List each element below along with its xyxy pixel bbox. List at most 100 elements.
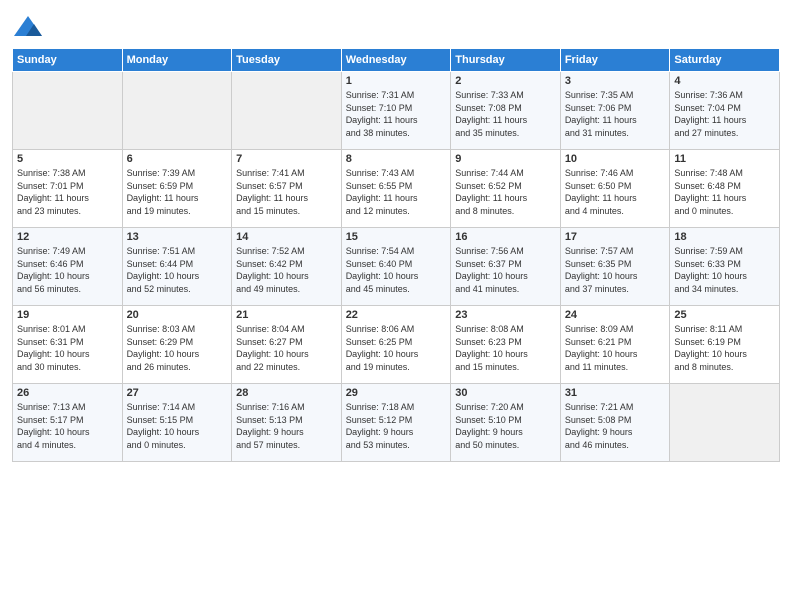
calendar-cell: 6Sunrise: 7:39 AM Sunset: 6:59 PM Daylig… <box>122 150 232 228</box>
day-info: Sunrise: 8:11 AM Sunset: 6:19 PM Dayligh… <box>674 323 775 373</box>
header-monday: Monday <box>122 49 232 72</box>
day-number: 7 <box>236 153 337 165</box>
day-number: 21 <box>236 309 337 321</box>
header-wednesday: Wednesday <box>341 49 451 72</box>
calendar-cell: 14 Sunrise: 7:52 AM Sunset: 6:42 PM Dayli… <box>232 228 342 306</box>
calendar-cell: 4Sunrise: 7:36 AM Sunset: 7:04 PM Daylig… <box>670 72 780 150</box>
day-number: 28 <box>236 387 337 399</box>
calendar-body: 1 Sunrise: 7:31 AM Sunset: 7:10 PM Daylig… <box>13 72 780 462</box>
day-number: 12 <box>17 231 118 243</box>
logo-icon <box>12 14 44 42</box>
day-info: Sunrise: 8:08 AM Sunset: 6:23 PM Dayligh… <box>455 323 556 373</box>
calendar-week-1: 1 Sunrise: 7:31 AM Sunset: 7:10 PM Daylig… <box>13 72 780 150</box>
day-info: Sunrise: 7:54 AM Sunset: 6:40 PM Dayligh… <box>346 245 447 295</box>
day-number: 25 <box>674 309 775 321</box>
calendar-week-3: 12 Sunrise: 7:49 AM Sunset: 6:46 PM Dayli… <box>13 228 780 306</box>
calendar-week-5: 26 Sunrise: 7:13 AM Sunset: 5:17 PM Dayli… <box>13 384 780 462</box>
calendar-cell: 26 Sunrise: 7:13 AM Sunset: 5:17 PM Dayli… <box>13 384 123 462</box>
day-number: 23 <box>455 309 556 321</box>
day-number: 29 <box>346 387 447 399</box>
calendar-cell: 25 Sunrise: 8:11 AM Sunset: 6:19 PM Dayli… <box>670 306 780 384</box>
calendar-cell: 20 Sunrise: 8:03 AM Sunset: 6:29 PM Dayli… <box>122 306 232 384</box>
day-number: 14 <box>236 231 337 243</box>
day-info: Sunrise: 7:46 AM Sunset: 6:50 PM Dayligh… <box>565 167 666 217</box>
calendar-cell: 11Sunrise: 7:48 AM Sunset: 6:48 PM Dayli… <box>670 150 780 228</box>
day-info: Sunrise: 8:06 AM Sunset: 6:25 PM Dayligh… <box>346 323 447 373</box>
calendar-cell: 5 Sunrise: 7:38 AM Sunset: 7:01 PM Daylig… <box>13 150 123 228</box>
calendar-cell <box>122 72 232 150</box>
day-info: Sunrise: 7:49 AM Sunset: 6:46 PM Dayligh… <box>17 245 118 295</box>
day-info: Sunrise: 7:31 AM Sunset: 7:10 PM Dayligh… <box>346 89 447 139</box>
day-info: Sunrise: 7:33 AM Sunset: 7:08 PM Dayligh… <box>455 89 556 139</box>
day-number: 3 <box>565 75 666 87</box>
day-number: 19 <box>17 309 118 321</box>
calendar-cell: 28Sunrise: 7:16 AM Sunset: 5:13 PM Dayli… <box>232 384 342 462</box>
day-number: 16 <box>455 231 556 243</box>
day-number: 13 <box>127 231 228 243</box>
logo <box>12 14 46 42</box>
calendar-cell <box>13 72 123 150</box>
calendar-cell: 27Sunrise: 7:14 AM Sunset: 5:15 PM Dayli… <box>122 384 232 462</box>
header <box>12 10 780 42</box>
calendar-cell: 17 Sunrise: 7:57 AM Sunset: 6:35 PM Dayli… <box>560 228 670 306</box>
day-number: 30 <box>455 387 556 399</box>
day-info: Sunrise: 7:38 AM Sunset: 7:01 PM Dayligh… <box>17 167 118 217</box>
day-info: Sunrise: 8:03 AM Sunset: 6:29 PM Dayligh… <box>127 323 228 373</box>
calendar-cell: 8 Sunrise: 7:43 AM Sunset: 6:55 PM Daylig… <box>341 150 451 228</box>
day-info: Sunrise: 7:21 AM Sunset: 5:08 PM Dayligh… <box>565 401 666 451</box>
header-thursday: Thursday <box>451 49 561 72</box>
calendar-cell: 31 Sunrise: 7:21 AM Sunset: 5:08 PM Dayli… <box>560 384 670 462</box>
header-row: Sunday Monday Tuesday Wednesday Thursday… <box>13 49 780 72</box>
day-number: 5 <box>17 153 118 165</box>
calendar-header: Sunday Monday Tuesday Wednesday Thursday… <box>13 49 780 72</box>
calendar-cell: 16Sunrise: 7:56 AM Sunset: 6:37 PM Dayli… <box>451 228 561 306</box>
header-saturday: Saturday <box>670 49 780 72</box>
day-number: 1 <box>346 75 447 87</box>
day-info: Sunrise: 7:52 AM Sunset: 6:42 PM Dayligh… <box>236 245 337 295</box>
day-number: 27 <box>127 387 228 399</box>
calendar-cell: 7 Sunrise: 7:41 AM Sunset: 6:57 PM Daylig… <box>232 150 342 228</box>
day-number: 31 <box>565 387 666 399</box>
day-number: 2 <box>455 75 556 87</box>
calendar-table: Sunday Monday Tuesday Wednesday Thursday… <box>12 48 780 462</box>
day-number: 11 <box>674 153 775 165</box>
day-number: 17 <box>565 231 666 243</box>
calendar-cell: 15Sunrise: 7:54 AM Sunset: 6:40 PM Dayli… <box>341 228 451 306</box>
day-number: 6 <box>127 153 228 165</box>
calendar-cell: 30Sunrise: 7:20 AM Sunset: 5:10 PM Dayli… <box>451 384 561 462</box>
calendar-cell: 29 Sunrise: 7:18 AM Sunset: 5:12 PM Dayli… <box>341 384 451 462</box>
day-info: Sunrise: 7:35 AM Sunset: 7:06 PM Dayligh… <box>565 89 666 139</box>
day-number: 10 <box>565 153 666 165</box>
day-number: 22 <box>346 309 447 321</box>
day-info: Sunrise: 8:09 AM Sunset: 6:21 PM Dayligh… <box>565 323 666 373</box>
day-number: 9 <box>455 153 556 165</box>
day-info: Sunrise: 7:59 AM Sunset: 6:33 PM Dayligh… <box>674 245 775 295</box>
day-number: 26 <box>17 387 118 399</box>
calendar-container: Sunday Monday Tuesday Wednesday Thursday… <box>0 0 792 612</box>
calendar-cell <box>232 72 342 150</box>
day-info: Sunrise: 7:51 AM Sunset: 6:44 PM Dayligh… <box>127 245 228 295</box>
calendar-cell: 1 Sunrise: 7:31 AM Sunset: 7:10 PM Daylig… <box>341 72 451 150</box>
day-number: 18 <box>674 231 775 243</box>
day-number: 4 <box>674 75 775 87</box>
day-info: Sunrise: 7:13 AM Sunset: 5:17 PM Dayligh… <box>17 401 118 451</box>
calendar-cell: 22 Sunrise: 8:06 AM Sunset: 6:25 PM Dayli… <box>341 306 451 384</box>
day-info: Sunrise: 7:43 AM Sunset: 6:55 PM Dayligh… <box>346 167 447 217</box>
header-sunday: Sunday <box>13 49 123 72</box>
day-number: 8 <box>346 153 447 165</box>
day-info: Sunrise: 7:57 AM Sunset: 6:35 PM Dayligh… <box>565 245 666 295</box>
calendar-cell: 18 Sunrise: 7:59 AM Sunset: 6:33 PM Dayli… <box>670 228 780 306</box>
calendar-cell: 21 Sunrise: 8:04 AM Sunset: 6:27 PM Dayli… <box>232 306 342 384</box>
header-friday: Friday <box>560 49 670 72</box>
day-info: Sunrise: 7:18 AM Sunset: 5:12 PM Dayligh… <box>346 401 447 451</box>
calendar-cell: 2 Sunrise: 7:33 AM Sunset: 7:08 PM Daylig… <box>451 72 561 150</box>
calendar-cell: 13 Sunrise: 7:51 AM Sunset: 6:44 PM Dayli… <box>122 228 232 306</box>
day-info: Sunrise: 8:04 AM Sunset: 6:27 PM Dayligh… <box>236 323 337 373</box>
calendar-cell: 12 Sunrise: 7:49 AM Sunset: 6:46 PM Dayli… <box>13 228 123 306</box>
day-number: 20 <box>127 309 228 321</box>
calendar-cell: 3 Sunrise: 7:35 AM Sunset: 7:06 PM Daylig… <box>560 72 670 150</box>
calendar-cell: 23 Sunrise: 8:08 AM Sunset: 6:23 PM Dayli… <box>451 306 561 384</box>
day-info: Sunrise: 7:41 AM Sunset: 6:57 PM Dayligh… <box>236 167 337 217</box>
header-tuesday: Tuesday <box>232 49 342 72</box>
calendar-cell: 9Sunrise: 7:44 AM Sunset: 6:52 PM Daylig… <box>451 150 561 228</box>
